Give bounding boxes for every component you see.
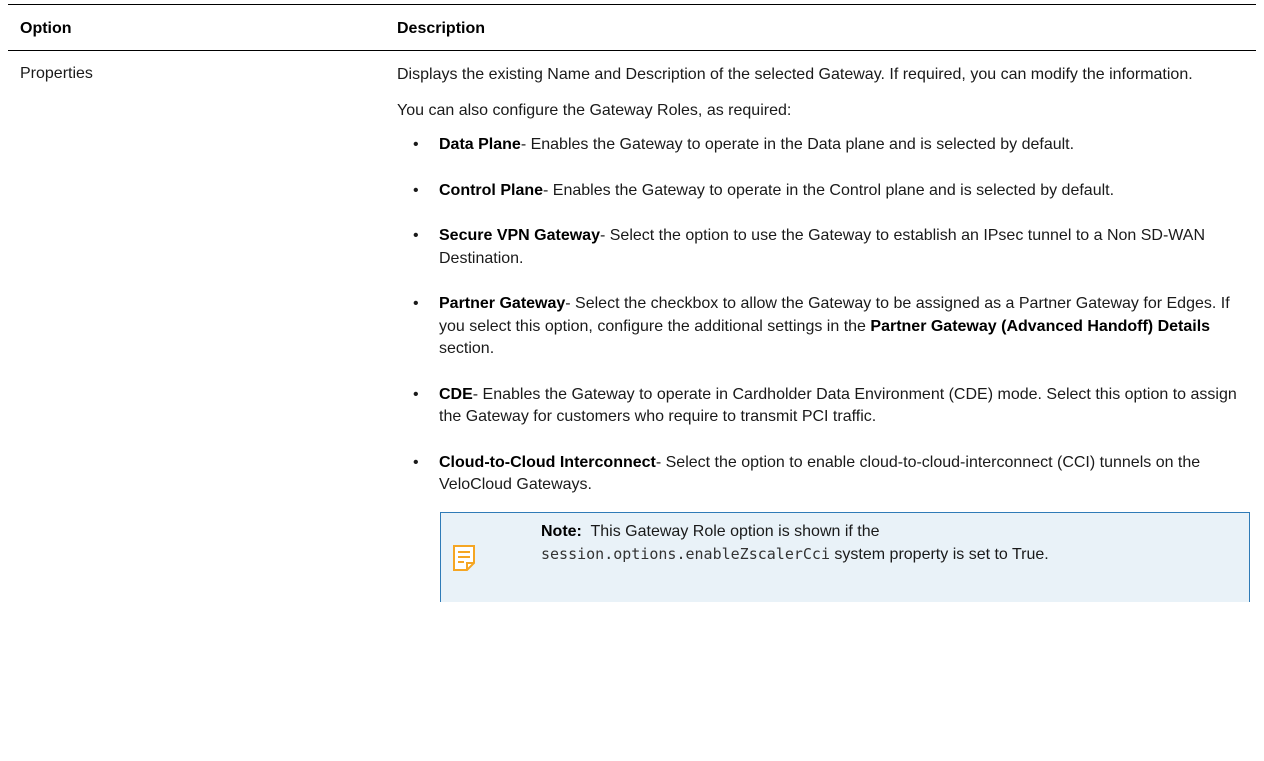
note-text: Note: This Gateway Role option is shown … bbox=[541, 521, 1241, 567]
role-text: - Enables the Gateway to operate in Card… bbox=[439, 385, 1237, 426]
table-top-rule bbox=[8, 4, 1256, 5]
header-description: Description bbox=[397, 20, 486, 37]
role-text-end: section. bbox=[439, 340, 495, 357]
bullet-icon: • bbox=[413, 385, 419, 403]
section-reference: Partner Gateway (Advanced Handoff) Detai… bbox=[870, 317, 1211, 335]
list-item-partner-gateway: • Partner Gateway- Select the checkbox t… bbox=[397, 293, 1257, 361]
roles-intro-paragraph: You can also configure the Gateway Roles… bbox=[397, 101, 792, 119]
list-item-data-plane: • Data Plane- Enables the Gateway to ope… bbox=[397, 134, 1257, 157]
list-item-cloud-to-cloud-interconnect: • Cloud-to-Cloud Interconnect- Select th… bbox=[397, 452, 1257, 497]
list-item-secure-vpn-gateway: • Secure VPN Gateway- Select the option … bbox=[397, 225, 1257, 270]
header-rule bbox=[8, 50, 1256, 51]
note-text-end: system property is set to True. bbox=[829, 546, 1049, 563]
role-text: - Enables the Gateway to operate in the … bbox=[520, 136, 1075, 153]
document-page: Option Description Properties Displays t… bbox=[0, 0, 1264, 761]
note-text-start: This Gateway Role option is shown if the bbox=[590, 522, 880, 540]
header-option: Option bbox=[20, 20, 72, 37]
role-term: CDE bbox=[439, 385, 473, 403]
gateway-roles-list: • Data Plane- Enables the Gateway to ope… bbox=[397, 134, 1257, 497]
note-box: Note: This Gateway Role option is shown … bbox=[440, 511, 1250, 602]
list-item-control-plane: • Control Plane- Enables the Gateway to … bbox=[397, 180, 1257, 203]
note-icon bbox=[453, 544, 475, 571]
system-property-code: session.options.enableZscalerCci bbox=[541, 545, 830, 563]
description-cell: Displays the existing Name and Descripti… bbox=[397, 64, 1257, 602]
role-term: Data Plane bbox=[439, 136, 521, 153]
bullet-icon: • bbox=[413, 136, 419, 153]
role-text: - Enables the Gateway to operate in the … bbox=[543, 181, 1115, 199]
role-term: Partner Gateway bbox=[439, 295, 566, 312]
role-term: Cloud-to-Cloud Interconnect bbox=[439, 453, 656, 471]
list-item-cde: • CDE- Enables the Gateway to operate in… bbox=[397, 384, 1257, 429]
option-cell-properties: Properties bbox=[20, 65, 93, 82]
role-term: Control Plane bbox=[439, 181, 544, 199]
bullet-icon: • bbox=[413, 181, 419, 199]
bullet-icon: • bbox=[413, 227, 419, 244]
bullet-icon: • bbox=[413, 453, 419, 471]
note-label: Note: bbox=[541, 522, 582, 540]
description-paragraph: Displays the existing Name and Descripti… bbox=[397, 66, 1193, 83]
bullet-icon: • bbox=[413, 295, 419, 312]
role-term: Secure VPN Gateway bbox=[439, 227, 600, 244]
